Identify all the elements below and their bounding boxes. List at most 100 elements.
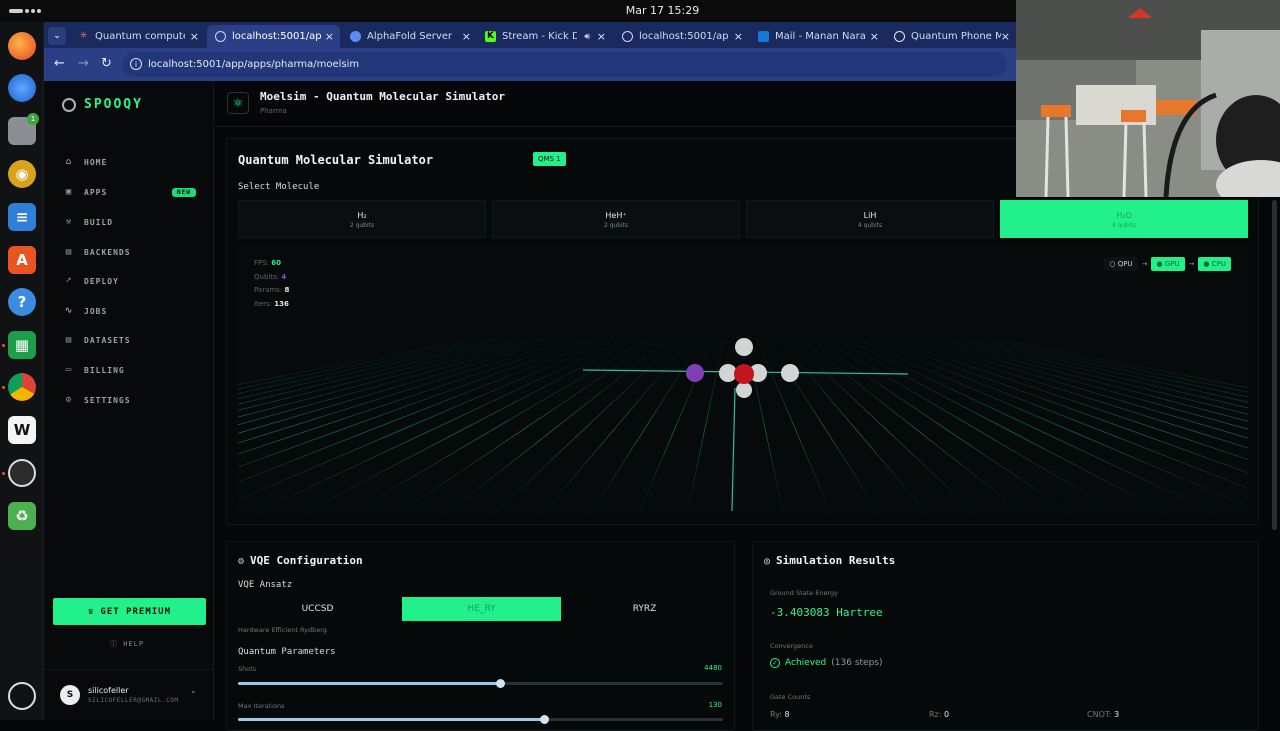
calc-icon[interactable]: ▦: [8, 331, 36, 359]
datasets-icon: ▤: [65, 335, 73, 345]
version-badge: QMS 1: [533, 152, 566, 166]
arrow-icon: →: [1188, 260, 1195, 268]
backend-chip-gpu[interactable]: ● GPU: [1151, 257, 1185, 271]
premium-label: GET PREMIUM: [100, 606, 172, 617]
speaker-icon[interactable]: 🔊︎: [584, 32, 590, 42]
browser-tab[interactable]: Quantum Phone M ×: [886, 25, 1016, 48]
chrome-icon[interactable]: [8, 373, 36, 401]
dock: 1 ◉ ≡ A ? ▦ W ♻: [0, 22, 44, 720]
molecule-option-h2o[interactable]: H₂O 4 qubits: [1000, 200, 1248, 238]
chevron-down-icon[interactable]: ⌄: [190, 686, 197, 695]
trash-icon[interactable]: ♻: [8, 502, 36, 530]
avatar: S: [60, 685, 80, 705]
close-icon[interactable]: ×: [325, 30, 334, 43]
sidebar-item-label: DEPLOY: [84, 276, 119, 286]
render-stats: FPS: 60 Qubits: 4 Params: 8 Iters: 136: [254, 257, 289, 311]
gate-count-cnot: CNOT: 3: [1087, 710, 1119, 719]
writer-icon[interactable]: ≡: [8, 203, 36, 231]
convergence-steps: (136 steps): [831, 658, 883, 668]
close-icon[interactable]: ×: [462, 30, 471, 43]
ansatz-option-ryrz[interactable]: RYRZ: [565, 597, 724, 621]
help-icon: ⓘ: [110, 640, 124, 648]
page-scrollbar[interactable]: [1272, 200, 1277, 530]
dock-running-dot: [2, 344, 5, 347]
site-info-icon[interactable]: i: [130, 58, 142, 70]
sidebar-item-apps[interactable]: ▣ APPS NEW: [64, 183, 214, 201]
molecule-3d-viewport[interactable]: FPS: 60 Qubits: 4 Params: 8 Iters: 136 ○…: [238, 243, 1248, 513]
sidebar-item-deploy[interactable]: ➚ DEPLOY: [64, 272, 119, 290]
slider-thumb[interactable]: [495, 679, 505, 688]
forward-icon[interactable]: →: [78, 56, 89, 71]
browser-tab[interactable]: AlphaFold Server ×: [342, 25, 477, 48]
new-badge: NEW: [172, 187, 196, 197]
gate-count-ry: Ry: 8: [770, 710, 790, 719]
tab-search-button[interactable]: ⌄: [48, 27, 66, 45]
sidebar-item-billing[interactable]: ▭ BILLING: [64, 361, 125, 379]
ansatz-option-he-ry[interactable]: HE_RY: [402, 597, 561, 621]
brand-logo[interactable]: SPOOQY: [62, 97, 143, 112]
sidebar-item-build[interactable]: ⚒ BUILD: [64, 213, 113, 231]
results-title: ◎ Simulation Results: [764, 554, 895, 567]
browser-tab[interactable]: ✳ Quantum computer ×: [70, 25, 205, 48]
help-link[interactable]: ⓘ HELP: [110, 639, 144, 649]
stat-label: Qubits:: [254, 272, 280, 281]
close-icon[interactable]: ×: [597, 30, 606, 43]
help-label: HELP: [123, 640, 145, 648]
sidebar-item-datasets[interactable]: ▤ DATASETS: [64, 331, 131, 349]
app-sidebar: SPOOQY ⌂ HOME ▣ APPS NEW ⚒ BUILD ▤ BACKENDS ➚…: [44, 81, 214, 720]
firefox-icon[interactable]: [8, 32, 36, 60]
gate-name: Rz:: [929, 710, 942, 719]
simulator-title: Quantum Molecular Simulator: [238, 153, 434, 167]
backend-chip-cpu[interactable]: ● CPU: [1198, 257, 1231, 271]
shots-slider[interactable]: [238, 679, 723, 688]
dock-running-dot: [2, 472, 5, 475]
sidebar-item-jobs[interactable]: ∿ JOBS: [64, 302, 107, 320]
settings-icon: ⚙: [65, 395, 73, 405]
close-icon[interactable]: ×: [1001, 30, 1010, 43]
backend-chip-qpu[interactable]: ○ QPU: [1104, 257, 1138, 271]
molecule-option-lih[interactable]: LiH 4 qubits: [746, 200, 994, 238]
browser-tab[interactable]: Mail - Manan Naran ×: [750, 25, 885, 48]
help-icon[interactable]: ?: [8, 288, 36, 316]
molecule-option-heh[interactable]: HeH⁺ 2 qubits: [492, 200, 740, 238]
rhythmbox-icon[interactable]: ◉: [8, 160, 36, 188]
iters-value: 136: [274, 299, 289, 308]
molecule-name: H₂: [357, 211, 367, 220]
sidebar-item-backends[interactable]: ▤ BACKENDS: [64, 243, 131, 261]
reload-icon[interactable]: ↻: [101, 56, 112, 71]
thunderbird-icon[interactable]: [8, 74, 36, 102]
ground-state-energy-value: -3.403083 Hartree: [770, 606, 883, 619]
vqe-title-text: VQE Configuration: [250, 554, 363, 567]
molecule-option-h2[interactable]: H₂ 2 qubits: [238, 200, 486, 238]
app-center-icon[interactable]: A: [8, 246, 36, 274]
chatgpt-icon: [894, 31, 905, 42]
kick-icon: K: [485, 31, 496, 42]
results-title-text: Simulation Results: [776, 554, 896, 567]
close-icon[interactable]: ×: [190, 30, 199, 43]
get-premium-button[interactable]: ♛ GET PREMIUM: [53, 598, 206, 625]
max-iterations-label: Max Iterations: [238, 702, 285, 710]
sidebar-item-settings[interactable]: ⚙ SETTINGS: [64, 391, 131, 409]
build-icon: ⚒: [65, 217, 73, 227]
ubuntu-icon[interactable]: [8, 682, 36, 710]
globe-icon: [622, 31, 633, 42]
close-icon[interactable]: ×: [734, 30, 743, 43]
url-field[interactable]: i localhost:5001/app/apps/pharma/moelsim: [122, 52, 1007, 77]
ansatz-label: VQE Ansatz: [238, 580, 293, 590]
ansatz-option-uccsd[interactable]: UCCSD: [238, 597, 397, 621]
wakatime-icon[interactable]: W: [8, 416, 36, 444]
gate-counts-label: Gate Counts: [770, 693, 811, 701]
user-menu[interactable]: S silicofeller SILICOFELLER@GMAIL.COM ⌄: [44, 669, 214, 720]
url-text: localhost:5001/app/apps/pharma/moelsim: [148, 59, 360, 70]
browser-tab[interactable]: K Stream - Kick Da 🔊︎ ×: [477, 25, 612, 48]
sidebar-item-home[interactable]: ⌂ HOME: [64, 153, 107, 171]
browser-tab-active[interactable]: localhost:5001/app ×: [207, 25, 340, 48]
close-icon[interactable]: ×: [870, 30, 879, 43]
obs-icon[interactable]: [8, 459, 36, 487]
ansatz-description: Hardware Efficient Rydberg: [238, 626, 327, 634]
user-email: SILICOFELLER@GMAIL.COM: [88, 697, 179, 704]
back-icon[interactable]: ←: [54, 56, 65, 71]
browser-tab[interactable]: localhost:5001/app ×: [614, 25, 749, 48]
select-molecule-label: Select Molecule: [238, 182, 320, 192]
qubits-value: 4: [281, 272, 287, 281]
